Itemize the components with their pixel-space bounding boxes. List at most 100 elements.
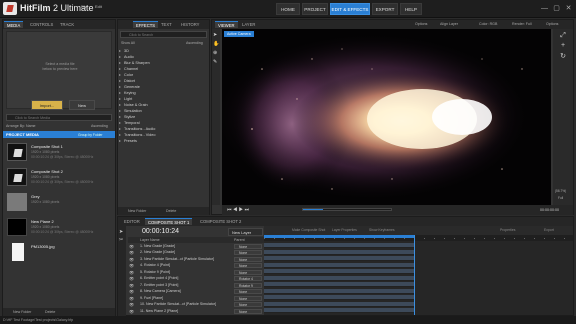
tab-editor[interactable]: EDITOR xyxy=(121,218,143,225)
nav-edit-effects[interactable]: EDIT & EFFECTS xyxy=(330,3,370,15)
select-tool-icon[interactable]: ➤ xyxy=(119,229,123,235)
ascending-select[interactable]: Ascending xyxy=(91,124,108,128)
layer-track-bar[interactable] xyxy=(264,243,414,248)
visibility-icon[interactable]: 👁 xyxy=(129,244,134,249)
nav-export[interactable]: EXPORT xyxy=(372,3,398,15)
layer-properties-button[interactable]: Layer Properties xyxy=(332,228,357,232)
visibility-icon[interactable]: 👁 xyxy=(129,257,134,262)
visibility-icon[interactable]: 👁 xyxy=(129,250,134,255)
work-area-bar[interactable] xyxy=(264,235,414,238)
export-button[interactable]: Export xyxy=(544,228,554,232)
slice-tool-icon[interactable]: ✂ xyxy=(119,237,123,243)
media-item[interactable]: Grey 1920 x 1080 pixels xyxy=(7,191,115,215)
effects-ascending-select[interactable]: Ascending xyxy=(186,41,203,45)
nav-home[interactable]: HOME xyxy=(276,3,300,15)
visibility-icon[interactable]: 👁 xyxy=(129,283,134,288)
editor-timecode[interactable]: 00:00:10:24 xyxy=(142,228,179,235)
active-camera-badge[interactable]: Active Camera xyxy=(224,31,254,37)
media-item[interactable]: PM13005.jpg xyxy=(7,241,115,265)
visibility-icon[interactable]: 👁 xyxy=(129,302,134,307)
parent-select[interactable]: Rotator 9 xyxy=(234,282,262,288)
media-search-input[interactable]: Click to Search Media xyxy=(6,114,112,121)
resolution-select[interactable]: Full xyxy=(558,196,563,200)
layer-row[interactable]: 👁 11. New Plane 2 [Plane] None xyxy=(128,308,265,315)
tab-composite-shot-1[interactable]: COMPOSITE SHOT 1 xyxy=(145,218,193,225)
parent-select[interactable]: None xyxy=(234,250,262,255)
close-icon[interactable]: ✕ xyxy=(564,4,573,13)
effects-new-folder-button[interactable]: New Folder xyxy=(128,209,146,213)
layer-track-bar[interactable] xyxy=(264,249,414,255)
tab-media[interactable]: MEDIA xyxy=(4,21,24,28)
maximize-icon[interactable]: ▢ xyxy=(552,4,561,13)
align-layer-menu[interactable]: Align Layer xyxy=(440,22,458,26)
nav-project[interactable]: PROJECT xyxy=(302,3,328,15)
menu-file[interactable]: File xyxy=(81,4,87,9)
parent-select[interactable]: None xyxy=(234,263,262,268)
effects-delete-button[interactable]: Delete xyxy=(166,209,176,213)
parent-select[interactable]: None xyxy=(234,302,262,307)
import-button[interactable]: Import... xyxy=(31,100,63,110)
layer-track-bar[interactable] xyxy=(264,288,414,294)
layer-track-bar[interactable] xyxy=(264,256,414,261)
effect-category[interactable]: Presets xyxy=(118,138,214,144)
zoom-level[interactable]: (56.7%) xyxy=(555,189,566,193)
parent-select[interactable]: Rotator 4 xyxy=(234,276,262,281)
media-item[interactable]: Composite Shot 2 1920 x 1080 pixels 00:0… xyxy=(7,166,115,190)
tab-controls[interactable]: CONTROLS xyxy=(27,21,56,28)
visibility-icon[interactable]: 👁 xyxy=(129,289,134,294)
media-item[interactable]: Composite Shot 1 1920 x 1080 pixels 00:0… xyxy=(7,141,115,165)
layer-track-bar[interactable] xyxy=(264,301,414,307)
layer-track-bar[interactable] xyxy=(264,269,414,274)
delete-button[interactable]: Delete xyxy=(45,310,55,314)
group-by-folder-label[interactable]: Group by Folder xyxy=(78,133,103,137)
viewer-scrubber[interactable] xyxy=(302,208,392,211)
color-menu[interactable]: Color: RGB xyxy=(479,22,497,26)
pen-tool-icon[interactable]: ✎ xyxy=(213,59,219,65)
tab-text[interactable]: TEXT xyxy=(158,21,175,28)
parent-select[interactable]: None xyxy=(234,295,262,301)
arrange-select[interactable]: Arrange By: Name xyxy=(6,124,36,128)
viewer-options-menu[interactable]: Options xyxy=(415,22,427,26)
parent-select[interactable]: None xyxy=(234,243,262,249)
fit-view-icon[interactable]: ⤢ xyxy=(558,32,568,40)
show-keyframes-button[interactable]: Show Keyframes xyxy=(369,228,395,232)
hand-tool-icon[interactable]: ✋ xyxy=(213,41,219,47)
visibility-icon[interactable]: 👁 xyxy=(129,276,134,281)
tab-composite-shot-2[interactable]: COMPOSITE SHOT 2 xyxy=(197,218,244,225)
timeline-tracks[interactable] xyxy=(264,241,573,315)
layer-track-bar[interactable] xyxy=(264,308,414,313)
zoom-in-icon[interactable]: + xyxy=(558,42,568,50)
layer-track-bar[interactable] xyxy=(264,262,414,268)
new-layer-button[interactable]: New Layer xyxy=(228,228,263,236)
parent-select[interactable]: None xyxy=(234,269,262,275)
minimize-icon[interactable]: — xyxy=(540,4,549,13)
visibility-icon[interactable]: 👁 xyxy=(129,270,134,275)
parent-select[interactable]: None xyxy=(234,289,262,294)
nav-help[interactable]: HELP xyxy=(400,3,422,15)
parent-select[interactable]: None xyxy=(234,308,262,314)
tab-track[interactable]: TRACK xyxy=(57,21,77,28)
media-item[interactable]: New Plane 2 1920 x 1080 pixels 00:00:10:… xyxy=(7,216,115,240)
effects-search-input[interactable]: Click to Search xyxy=(120,31,207,38)
show-all-select[interactable]: Show All xyxy=(121,41,135,45)
visibility-icon[interactable]: 👁 xyxy=(129,309,134,314)
visibility-icon[interactable]: 👁 xyxy=(129,296,134,301)
new-button[interactable]: New xyxy=(69,100,95,110)
tab-viewer[interactable]: VIEWER xyxy=(215,21,238,28)
make-composite-button[interactable]: Make Composite Shot xyxy=(292,228,325,232)
viewer-canvas[interactable]: Active Camera xyxy=(222,29,551,205)
play-button-icon[interactable]: ⏮ ◀ ▶ ⏭ xyxy=(227,207,249,213)
tab-effects[interactable]: EFFECTS xyxy=(133,21,159,28)
layer-track-bar[interactable] xyxy=(264,275,414,281)
rotate-view-icon[interactable]: ↻ xyxy=(558,52,568,60)
properties-button[interactable]: Properties xyxy=(500,228,515,232)
viewer-timecode[interactable]: 00:00:00:00 xyxy=(540,208,559,212)
viewer-options-menu-2[interactable]: Options xyxy=(546,22,558,26)
layer-track-bar[interactable] xyxy=(264,282,414,287)
project-media-header[interactable]: PROJECT MEDIA Group by Folder xyxy=(3,131,115,138)
tab-history[interactable]: HISTORY xyxy=(178,21,202,28)
select-tool-icon[interactable]: ➤ xyxy=(213,32,219,38)
playhead[interactable] xyxy=(414,235,415,315)
new-folder-button[interactable]: New Folder xyxy=(13,310,31,314)
menu-edit[interactable]: Edit xyxy=(95,4,102,9)
